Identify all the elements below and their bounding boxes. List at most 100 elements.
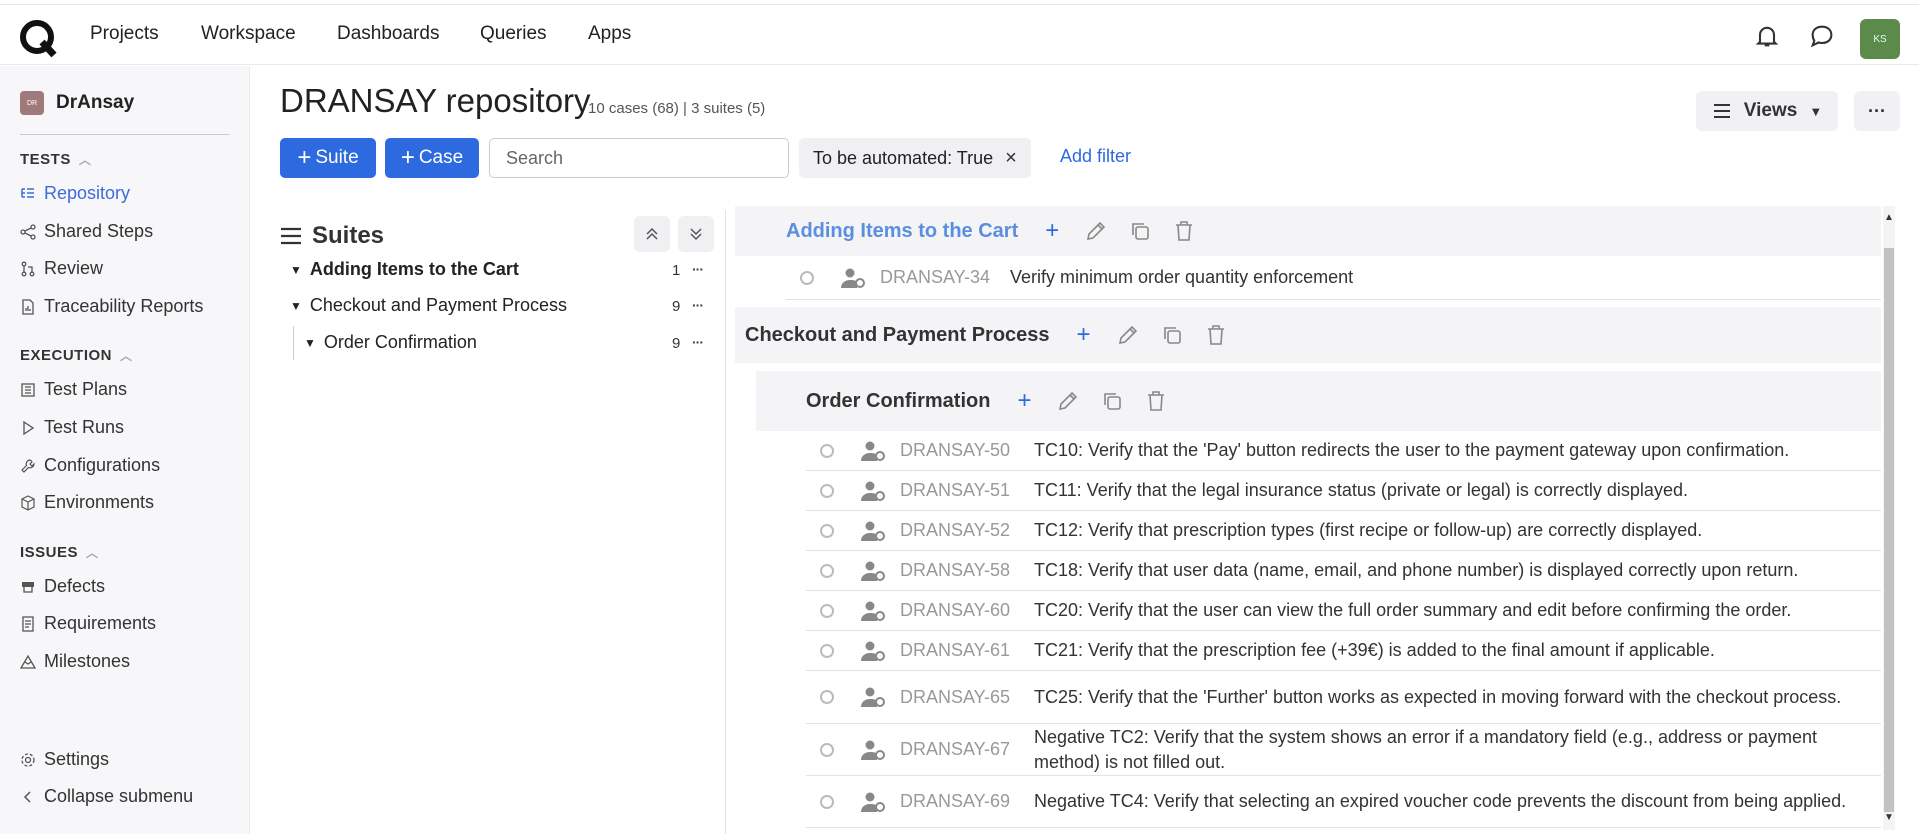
sidebar-item-label: Test Runs: [44, 417, 125, 437]
pencil-icon[interactable]: [1116, 323, 1140, 347]
sidebar-item-configurations[interactable]: Configurations: [20, 455, 160, 476]
table-row[interactable]: DRANSAY-34 Verify minimum order quantity…: [786, 256, 1881, 300]
scroll-up-arrow[interactable]: ▲: [1884, 212, 1894, 223]
status-circle-icon: [820, 563, 834, 578]
project-selector[interactable]: DR DrAnsay: [20, 91, 134, 115]
collapse-submenu-button[interactable]: Collapse submenu: [20, 786, 193, 807]
add-case-button[interactable]: + Case: [385, 138, 479, 178]
suite-name: Adding Items to the Cart: [309, 259, 519, 279]
pencil-icon[interactable]: [1056, 389, 1080, 413]
sidebar-item-label: Requirements: [44, 613, 157, 633]
add-filter-link[interactable]: Add filter: [1060, 146, 1131, 167]
user-gear-icon: [861, 481, 885, 501]
expand-all-button[interactable]: [678, 216, 714, 252]
chat-icon[interactable]: [1808, 22, 1836, 50]
active-filter-chip[interactable]: To be automated: True ×: [799, 138, 1031, 178]
table-row[interactable]: DRANSAY-61 TC21: Verify that the prescrip…: [806, 631, 1881, 671]
case-title: TC20: Verify that the user can view the …: [1034, 600, 1792, 620]
suite-name: Order Confirmation: [323, 332, 477, 352]
suite-options-button[interactable]: ···: [692, 334, 704, 350]
sidebar-item-label: Environments: [44, 492, 155, 512]
case-id: DRANSAY-60: [900, 600, 1011, 620]
search-input[interactable]: [489, 138, 789, 178]
add-suite-button[interactable]: + Suite: [280, 138, 376, 178]
sidebar-item-requirements[interactable]: Requirements: [20, 613, 156, 634]
views-dropdown-button[interactable]: Views ▼: [1696, 91, 1838, 131]
trash-icon[interactable]: [1172, 219, 1196, 243]
suite-options-button[interactable]: ···: [692, 297, 704, 313]
sidebar-item-test-runs[interactable]: Test Runs: [20, 417, 124, 438]
trash-icon[interactable]: [1144, 389, 1168, 413]
tree-guide-line: [293, 326, 294, 360]
chevron-up-icon: ︿: [86, 546, 99, 560]
nav-apps[interactable]: Apps: [588, 23, 631, 45]
sidebar-item-label: Configurations: [44, 455, 161, 475]
sidebar-item-settings[interactable]: Settings: [20, 749, 109, 770]
add-case-plus-icon[interactable]: +: [1072, 321, 1096, 348]
suite-options-button[interactable]: ···: [692, 261, 704, 277]
sidebar-item-environments[interactable]: Environments: [20, 492, 154, 513]
chevron-left-icon: [23, 790, 31, 803]
case-title: TC11: Verify that the legal insurance st…: [1034, 480, 1688, 500]
sidebar-item-repository[interactable]: Repository: [20, 183, 130, 204]
nav-queries[interactable]: Queries: [480, 23, 547, 45]
section-issues[interactable]: ISSUES ︿: [20, 544, 99, 561]
bell-icon[interactable]: [1753, 22, 1781, 50]
suite-tree-item[interactable]: ▼ Order Confirmation: [304, 332, 477, 353]
sidebar-item-label: Repository: [44, 183, 131, 203]
scrollbar-thumb[interactable]: [1884, 248, 1894, 812]
user-avatar[interactable]: KS: [1860, 19, 1900, 59]
case-id: DRANSAY-67: [900, 739, 1011, 759]
page-title: DRANSAY repository: [280, 82, 591, 119]
pencil-icon[interactable]: [1084, 219, 1108, 243]
case-title: TC12: Verify that prescription types (fi…: [1034, 520, 1703, 540]
add-case-plus-icon[interactable]: +: [1012, 387, 1036, 414]
table-row[interactable]: DRANSAY-69 Negative TC4: Verify that sele…: [806, 776, 1881, 828]
table-row[interactable]: DRANSAY-50 TC10: Verify that the 'Pay' bu…: [806, 431, 1881, 471]
collapse-all-button[interactable]: [634, 216, 670, 252]
sidebar-item-review[interactable]: Review: [20, 258, 103, 279]
nav-workspace[interactable]: Workspace: [201, 23, 296, 45]
sidebar-item-milestones[interactable]: Milestones: [20, 651, 130, 672]
nav-dashboards[interactable]: Dashboards: [337, 23, 439, 45]
close-icon[interactable]: ×: [1005, 147, 1017, 170]
share-icon: [20, 223, 36, 240]
trash-icon[interactable]: [1204, 323, 1228, 347]
section-tests[interactable]: TESTS ︿: [20, 151, 91, 168]
suites-heading: Suites: [280, 222, 384, 250]
caret-down-icon[interactable]: ▼: [290, 299, 302, 313]
add-case-plus-icon[interactable]: +: [1040, 217, 1064, 244]
copy-icon[interactable]: [1100, 389, 1124, 413]
status-circle-icon: [820, 443, 834, 458]
table-row[interactable]: DRANSAY-52 TC12: Verify that prescription…: [806, 511, 1881, 551]
section-execution[interactable]: EXECUTION ︿: [20, 347, 133, 364]
sidebar-item-label: Collapse submenu: [44, 786, 194, 806]
table-row[interactable]: DRANSAY-67 Negative TC2: Verify that the …: [806, 724, 1881, 776]
suite-title: Order Confirmation: [806, 389, 991, 412]
gear-icon: [21, 752, 35, 767]
sidebar-item-traceability-reports[interactable]: Traceability Reports: [20, 296, 203, 317]
more-options-button[interactable]: ···: [1854, 91, 1900, 131]
caret-down-icon[interactable]: ▼: [290, 263, 302, 277]
qase-logo-icon[interactable]: [18, 18, 58, 58]
scroll-down-arrow[interactable]: ▼: [1884, 812, 1894, 823]
nav-projects[interactable]: Projects: [90, 23, 159, 45]
menu-lines-icon: [1713, 104, 1730, 118]
copy-icon[interactable]: [1160, 323, 1184, 347]
table-row[interactable]: DRANSAY-58 TC18: Verify that user data (n…: [806, 551, 1881, 591]
case-id: DRANSAY-61: [900, 640, 1011, 660]
sidebar-item-defects[interactable]: Defects: [20, 576, 105, 597]
caret-down-icon[interactable]: ▼: [304, 336, 316, 350]
chevrons-up-icon: [646, 227, 658, 240]
status-circle-icon: [820, 742, 834, 757]
suite-tree-item[interactable]: ▼ Adding Items to the Cart: [290, 259, 519, 280]
copy-icon[interactable]: [1128, 219, 1152, 243]
sidebar-item-test-plans[interactable]: Test Plans: [20, 379, 127, 400]
user-gear-icon: [861, 740, 885, 760]
table-row[interactable]: DRANSAY-60 TC20: Verify that the user can…: [806, 591, 1881, 631]
table-row[interactable]: DRANSAY-51 TC11: Verify that the legal in…: [806, 471, 1881, 511]
suite-tree-item[interactable]: ▼ Checkout and Payment Process: [290, 295, 567, 316]
suite-case-count: 9: [672, 335, 681, 352]
table-row[interactable]: DRANSAY-65 TC25: Verify that the 'Further…: [806, 671, 1881, 724]
sidebar-item-shared-steps[interactable]: Shared Steps: [20, 221, 153, 242]
